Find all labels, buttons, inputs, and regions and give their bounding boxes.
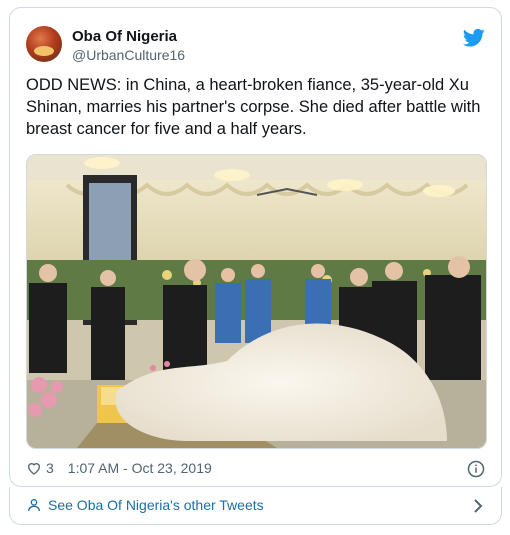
tweet-text: ODD NEWS: in China, a heart-broken fianc… — [26, 76, 481, 138]
user-handle[interactable]: @UrbanCulture16 — [72, 47, 185, 63]
person-icon — [28, 499, 40, 512]
like-count[interactable]: 3 — [46, 460, 54, 476]
other-tweets-link[interactable]: See Oba Of Nigeria's other Tweets — [9, 487, 502, 525]
heart-icon[interactable] — [26, 460, 42, 476]
tweet-photo[interactable] — [26, 154, 487, 449]
info-icon[interactable] — [467, 460, 485, 478]
tweet-card[interactable]: Oba Of Nigeria @UrbanCulture16 ODD NEWS:… — [9, 7, 502, 487]
timestamp[interactable]: 1:07 AM - Oct 23, 2019 — [68, 460, 212, 476]
chevron-right-icon[interactable] — [471, 498, 485, 514]
twitter-bird-icon[interactable] — [463, 28, 485, 48]
other-tweets-label[interactable]: See Oba Of Nigeria's other Tweets — [48, 497, 264, 513]
tweet-meta: 3 1:07 AM - Oct 23, 2019 — [26, 460, 212, 476]
avatar[interactable] — [26, 26, 62, 62]
display-name[interactable]: Oba Of Nigeria — [72, 28, 177, 45]
